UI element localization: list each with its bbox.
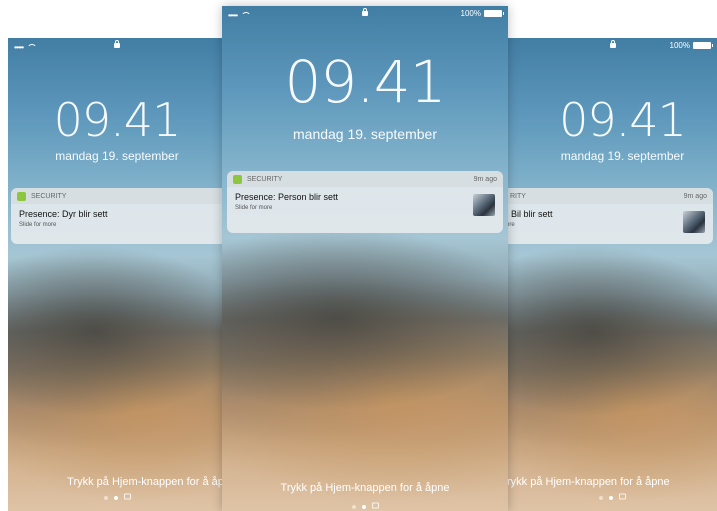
unlock-hint: Trykk på Hjem-knappen for å åpne	[280, 482, 450, 494]
battery-indicator: 100%	[460, 9, 504, 18]
page-dot	[103, 496, 108, 500]
notification-thumbnail	[473, 194, 495, 216]
notification-card[interactable]: RITY 9m ago : Bil blir sett ore	[508, 188, 713, 244]
wifi-icon	[241, 12, 252, 22]
notification-thumbnail	[683, 211, 705, 233]
camera-icon	[123, 493, 131, 500]
notification-header: SECURITY	[11, 188, 226, 204]
security-app-icon	[17, 191, 26, 201]
stage: ••••• 09.41 mandag 19. september SECURIT…	[0, 0, 717, 511]
notification-time: 9m ago	[473, 175, 497, 183]
notification-app-name: SECURITY	[31, 192, 67, 200]
status-bar: 100%	[508, 38, 717, 56]
clock-time: 09.41	[53, 93, 182, 147]
lock-icon	[362, 8, 368, 16]
notification-subtitle: Slide for more	[19, 222, 57, 228]
page-dot	[351, 505, 356, 509]
notification-title: Presence: Dyr blir sett	[19, 209, 108, 219]
clock-time: 09.41	[284, 48, 446, 116]
wifi-icon	[27, 44, 38, 54]
page-indicator	[222, 502, 508, 509]
unlock-hint: rykk på Hjem-knappen for å åpne	[508, 476, 670, 488]
notification-subtitle: Slide for more	[235, 205, 273, 211]
lock-screen-right: 100% 09.41 mandag 19. september RITY 9m …	[508, 38, 717, 511]
lock-screen-center: ••••• 100% 09.41 mandag 19. september SE…	[222, 6, 508, 511]
notification-app-name: SECURITY	[247, 175, 283, 183]
signal-strength: •••••	[14, 42, 24, 52]
page-dot	[599, 496, 603, 500]
camera-icon	[371, 502, 379, 509]
unlock-hint: Trykk på Hjem-knappen for å åpn	[67, 476, 226, 488]
lock-icon	[609, 40, 616, 48]
signal-strength: •••••	[228, 10, 238, 20]
status-bar: •••••	[8, 38, 226, 56]
notification-card[interactable]: SECURITY Presence: Dyr blir sett Slide f…	[11, 188, 226, 244]
status-bar: ••••• 100%	[222, 6, 508, 24]
lock-screen-left: ••••• 09.41 mandag 19. september SECURIT…	[8, 38, 226, 511]
page-dot-active	[609, 496, 613, 500]
notification-app-name: RITY	[510, 192, 526, 200]
notification-card[interactable]: SECURITY 9m ago Presence: Person blir se…	[227, 171, 503, 233]
security-app-icon	[233, 174, 242, 184]
battery-indicator: 100%	[669, 41, 713, 50]
battery-percent: 100%	[669, 41, 690, 50]
page-indicator	[508, 493, 717, 500]
battery-icon	[484, 10, 504, 17]
clock-date: mandag 19. september	[293, 126, 437, 142]
clock-date: mandag 19. september	[55, 149, 179, 163]
camera-icon	[619, 493, 626, 500]
battery-percent: 100%	[460, 9, 481, 18]
clock-date: mandag 19. september	[560, 149, 685, 163]
page-dot-active	[113, 496, 118, 500]
lock-icon	[114, 40, 120, 48]
notification-header: RITY 9m ago	[508, 188, 713, 204]
notification-header: SECURITY 9m ago	[227, 171, 503, 187]
notification-time: 9m ago	[683, 192, 707, 200]
page-indicator	[8, 493, 226, 500]
notification-title: Presence: Person blir sett	[235, 192, 339, 202]
clock-time: 09.41	[559, 93, 687, 147]
battery-icon	[693, 42, 713, 49]
page-dot-active	[361, 505, 366, 509]
